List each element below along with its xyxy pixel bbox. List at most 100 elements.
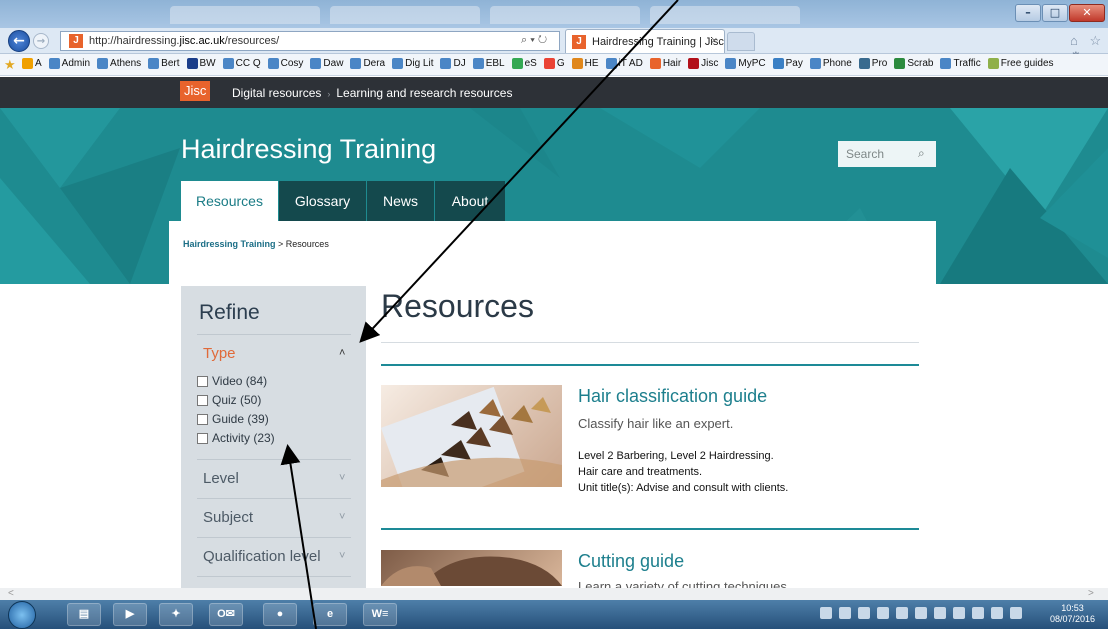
favorite-phone[interactable]: Phone xyxy=(809,58,852,69)
search-placeholder: Search xyxy=(846,147,885,161)
tray-icon[interactable] xyxy=(877,607,889,619)
favorite-pay[interactable]: Pay xyxy=(772,58,803,69)
tray-icon[interactable] xyxy=(915,607,927,619)
tray-icon[interactable] xyxy=(858,607,870,619)
tray-icon[interactable] xyxy=(972,607,984,619)
filter-option-video[interactable]: Video (84) xyxy=(197,374,267,388)
site-title[interactable]: Hairdressing Training xyxy=(181,134,436,165)
favorite-jisc[interactable]: Jisc xyxy=(688,58,718,69)
chevron-down-icon[interactable]: ˅ xyxy=(339,550,345,562)
filter-qualification-heading[interactable]: Qualification level xyxy=(203,548,321,565)
favorite-it-ad[interactable]: iT AD xyxy=(605,58,643,69)
favorite-dig-lit[interactable]: Dig Lit xyxy=(392,58,433,69)
favorite-mypc[interactable]: MyPC xyxy=(725,58,766,69)
filter-type-heading[interactable]: Type xyxy=(203,345,236,362)
filter-level-heading[interactable]: Level xyxy=(203,470,239,487)
favorite-cc-q[interactable]: CC Q xyxy=(222,58,261,69)
favorite-a[interactable]: A xyxy=(22,58,42,69)
tray-icon[interactable] xyxy=(991,607,1003,619)
hair-swatch-image xyxy=(381,386,562,487)
active-tab[interactable]: J Hairdressing Training | Jisc × xyxy=(565,29,725,53)
filter-option-activity[interactable]: Activity (23) xyxy=(197,431,275,445)
background-tab[interactable] xyxy=(650,6,800,24)
favorite-dj[interactable]: DJ xyxy=(440,58,466,69)
filter-option-guide[interactable]: Guide (39) xyxy=(197,412,269,426)
background-tab[interactable] xyxy=(170,6,320,24)
crumb-learning-research[interactable]: Learning and research resources xyxy=(336,86,512,100)
filter-option-quiz[interactable]: Quiz (50) xyxy=(197,393,261,407)
chrome-taskbar-icon[interactable]: ● xyxy=(263,603,297,626)
favorite-athens[interactable]: Athens xyxy=(97,58,141,69)
favorite-daw[interactable]: Daw xyxy=(310,58,343,69)
forward-button[interactable]: → xyxy=(33,33,49,49)
url-input[interactable]: J http://hairdressing.jisc.ac.uk/resourc… xyxy=(60,31,560,51)
search-refresh-icon[interactable]: ⌕ ▾ ↻ xyxy=(521,34,547,47)
favorite-label: HE xyxy=(584,58,599,69)
background-tab[interactable] xyxy=(490,6,640,24)
maximize-button[interactable]: □ xyxy=(1042,4,1068,22)
favorite-admin[interactable]: Admin xyxy=(48,58,91,69)
chevron-down-icon[interactable]: ˅ xyxy=(339,511,345,523)
crumb-digital-resources[interactable]: Digital resources xyxy=(232,86,321,100)
tray-icon[interactable] xyxy=(820,607,832,619)
favorite-free-guides[interactable]: Free guides xyxy=(987,58,1054,69)
favorite-pro[interactable]: Pro xyxy=(858,58,887,69)
favorite-es[interactable]: eS xyxy=(511,58,537,69)
checkbox[interactable] xyxy=(197,432,208,444)
result-thumbnail[interactable] xyxy=(381,385,562,487)
explorer-taskbar-icon[interactable]: ▤ xyxy=(67,603,101,626)
scroll-left-icon[interactable]: < xyxy=(8,588,14,599)
background-tab[interactable] xyxy=(330,6,480,24)
close-window-button[interactable]: ✕ xyxy=(1069,4,1105,22)
favorite-scrab[interactable]: Scrab xyxy=(894,58,933,69)
media-taskbar-icon[interactable]: ▶ xyxy=(113,603,147,626)
chevron-up-icon[interactable]: ˄ xyxy=(339,347,345,359)
new-tab-button[interactable] xyxy=(727,32,755,51)
tray-icon[interactable] xyxy=(839,607,851,619)
tray-icon[interactable] xyxy=(896,607,908,619)
filter-subject-heading[interactable]: Subject xyxy=(203,509,253,526)
favorite-he[interactable]: HE xyxy=(571,58,599,69)
favorite-ebl[interactable]: EBL xyxy=(472,58,505,69)
back-button[interactable]: ← xyxy=(8,30,30,52)
result-title-link[interactable]: Hair classification guide xyxy=(578,386,767,407)
clock[interactable]: 10:53 08/07/2016 xyxy=(1050,603,1095,625)
scroll-right-icon[interactable]: > xyxy=(1088,588,1094,599)
minimize-button[interactable]: – xyxy=(1015,4,1041,22)
checkbox[interactable] xyxy=(197,413,208,425)
volume-icon[interactable] xyxy=(1010,607,1022,619)
word-taskbar-icon[interactable]: W≡ xyxy=(363,603,397,626)
chevron-down-icon[interactable]: ˅ xyxy=(339,472,345,484)
favorite-bert[interactable]: Bert xyxy=(148,58,180,69)
tray-icon[interactable] xyxy=(934,607,946,619)
site-search-input[interactable]: Search ⌕ xyxy=(838,141,936,167)
favorites-star-icon[interactable]: ★ xyxy=(4,57,16,73)
jisc-top-bar: Jisc Digital resources › Learning and rese… xyxy=(0,77,1108,108)
tab-glossary[interactable]: Glossary xyxy=(279,181,366,221)
result-thumbnail[interactable] xyxy=(381,550,562,586)
favorite-dera[interactable]: Dera xyxy=(350,58,385,69)
favorite-label: Admin xyxy=(61,58,91,69)
jisc-logo[interactable]: Jisc xyxy=(180,81,211,101)
page-heading: Resources xyxy=(381,288,534,324)
result-title-link[interactable]: Cutting guide xyxy=(578,551,684,572)
search-icon[interactable]: ⌕ xyxy=(918,146,925,161)
horizontal-scrollbar[interactable]: < > xyxy=(0,588,1108,600)
tray-icon[interactable] xyxy=(953,607,965,619)
checkbox[interactable] xyxy=(197,375,208,387)
tab-news[interactable]: News xyxy=(367,181,434,221)
tab-close-icon[interactable]: × xyxy=(711,35,717,47)
start-button[interactable] xyxy=(8,601,36,629)
checkbox[interactable] xyxy=(197,394,208,406)
favorite-bw[interactable]: BW xyxy=(186,58,216,69)
tab-resources[interactable]: Resources xyxy=(181,181,278,221)
outlook-taskbar-icon[interactable]: O✉ xyxy=(209,603,243,626)
favorite-g[interactable]: G xyxy=(543,58,565,69)
tab-about[interactable]: About xyxy=(435,181,505,221)
favorite-cosy[interactable]: Cosy xyxy=(267,58,303,69)
favorite-hair[interactable]: Hair xyxy=(649,58,681,69)
favorite-traffic[interactable]: Traffic xyxy=(940,58,981,69)
ie-taskbar-icon[interactable]: e xyxy=(313,603,347,626)
breadcrumb-home-link[interactable]: Hairdressing Training xyxy=(183,239,276,249)
app-taskbar-icon[interactable]: ✦ xyxy=(159,603,193,626)
